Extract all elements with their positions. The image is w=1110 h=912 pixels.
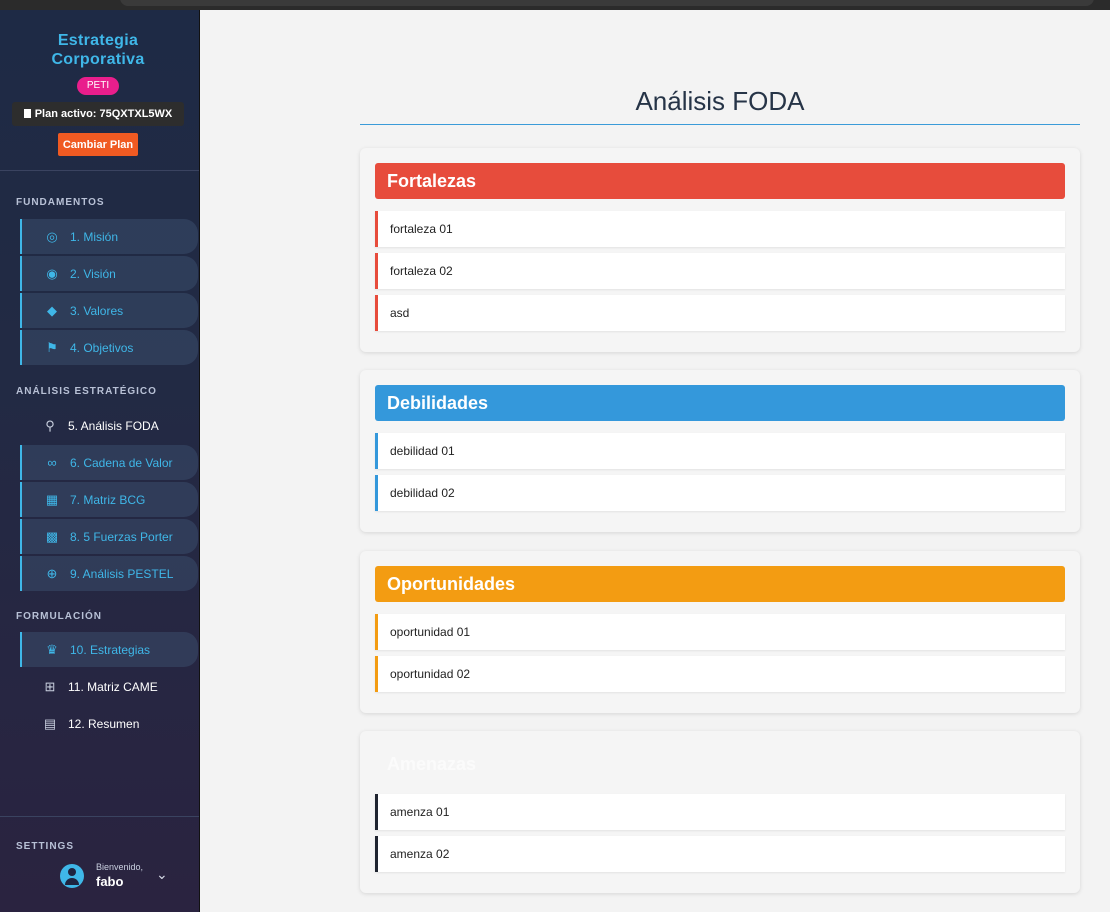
target-icon: ◎ bbox=[46, 228, 58, 244]
sidebar-item-label: 10. Estrategias bbox=[70, 642, 151, 657]
divider bbox=[0, 816, 199, 817]
browser-tab-strip bbox=[120, 0, 1094, 6]
list-item[interactable]: fortaleza 01 bbox=[375, 211, 1065, 247]
welcome-label: Bienvenido, bbox=[96, 862, 144, 872]
list-item[interactable]: debilidad 01 bbox=[375, 433, 1065, 469]
list-item[interactable]: amenza 02 bbox=[375, 836, 1065, 872]
sidebar-item-label: 2. Visión bbox=[70, 266, 116, 281]
sidebar-item-vision[interactable]: ◉ 2. Visión bbox=[20, 256, 198, 291]
fortalezas-card: Fortalezas fortaleza 01 fortaleza 02 asd bbox=[360, 148, 1080, 352]
section-settings: SETTINGS bbox=[16, 841, 75, 852]
peti-badge: PETI bbox=[77, 77, 119, 95]
list-item[interactable]: asd bbox=[375, 295, 1065, 331]
sidebar-item-foda[interactable]: ⚲ 5. Análisis FODA bbox=[20, 408, 198, 443]
avatar bbox=[60, 864, 84, 888]
link-icon: ∞ bbox=[47, 455, 57, 470]
search-icon: ⚲ bbox=[45, 417, 55, 433]
chess-queen-icon: ♛ bbox=[46, 641, 58, 657]
list-item[interactable]: amenza 01 bbox=[375, 794, 1065, 830]
divider bbox=[0, 170, 199, 171]
active-plan-label: Plan activo: 75QXTXL5WX bbox=[12, 102, 184, 126]
list-item[interactable]: debilidad 02 bbox=[375, 475, 1065, 511]
list-item[interactable]: fortaleza 02 bbox=[375, 253, 1065, 289]
sidebar-item-label: 12. Resumen bbox=[68, 716, 140, 731]
table-icon: ⊞ bbox=[44, 678, 56, 694]
chess-board-icon: ▩ bbox=[45, 528, 59, 544]
active-plan-text: Plan activo: 75QXTXL5WX bbox=[34, 108, 173, 120]
sidebar-item-came[interactable]: ⊞ 11. Matriz CAME bbox=[20, 669, 198, 704]
brand-title: Estrategia Corporativa bbox=[0, 31, 196, 69]
sidebar-item-label: 7. Matriz BCG bbox=[70, 492, 146, 507]
sidebar-item-cadena-valor[interactable]: ∞ 6. Cadena de Valor bbox=[20, 445, 198, 480]
section-fundamentos: FUNDAMENTOS bbox=[16, 197, 105, 208]
sidebar-item-label: 1. Misión bbox=[70, 229, 119, 244]
sidebar-item-label: 9. Análisis PESTEL bbox=[70, 566, 174, 581]
sidebar: Estrategia Corporativa PETI Plan activo:… bbox=[0, 10, 200, 912]
sidebar-item-label: 6. Cadena de Valor bbox=[70, 455, 173, 470]
sidebar-item-label: 4. Objetivos bbox=[70, 340, 134, 355]
document-icon bbox=[23, 109, 31, 118]
user-name: fabo bbox=[96, 874, 124, 889]
amenazas-header: Amenazas bbox=[387, 754, 477, 774]
sidebar-item-bcg[interactable]: ▦ 7. Matriz BCG bbox=[20, 482, 198, 517]
sidebar-item-resumen[interactable]: ▤ 12. Resumen bbox=[20, 706, 198, 741]
browser-top-bar bbox=[0, 0, 1110, 10]
change-plan-button[interactable]: Cambiar Plan bbox=[58, 133, 138, 156]
section-formulacion: FORMULACIÓN bbox=[16, 611, 102, 622]
oportunidades-header: Oportunidades bbox=[375, 566, 1065, 602]
amenazas-card: Amenazas amenza 01 amenza 02 bbox=[360, 731, 1080, 893]
sidebar-item-label: 3. Valores bbox=[70, 303, 124, 318]
flag-checkered-icon: ⚑ bbox=[46, 339, 58, 355]
title-underline bbox=[360, 124, 1080, 125]
list-item[interactable]: oportunidad 01 bbox=[375, 614, 1065, 650]
gem-icon: ◆ bbox=[47, 302, 57, 318]
sidebar-item-label: 5. Análisis FODA bbox=[68, 418, 159, 433]
oportunidades-card: Oportunidades oportunidad 01 oportunidad… bbox=[360, 551, 1080, 713]
chevron-down-icon[interactable]: ⌄ bbox=[156, 866, 168, 883]
sidebar-item-estrategias[interactable]: ♛ 10. Estrategias bbox=[20, 632, 198, 667]
section-analisis: ANÁLISIS ESTRATÉGICO bbox=[16, 386, 157, 397]
page-title: Análisis FODA bbox=[635, 86, 805, 116]
file-icon: ▤ bbox=[43, 715, 57, 731]
grid-icon: ▦ bbox=[45, 491, 59, 507]
sidebar-item-porter[interactable]: ▩ 8. 5 Fuerzas Porter bbox=[20, 519, 198, 554]
brand-line-1: Estrategia bbox=[57, 32, 139, 49]
sidebar-item-pestel[interactable]: ⊕ 9. Análisis PESTEL bbox=[20, 556, 198, 591]
sidebar-item-label: 11. Matriz CAME bbox=[68, 679, 158, 694]
sidebar-item-label: 8. 5 Fuerzas Porter bbox=[70, 529, 173, 544]
globe-icon: ⊕ bbox=[46, 565, 58, 581]
fortalezas-header: Fortalezas bbox=[375, 163, 1065, 199]
eye-icon: ◉ bbox=[46, 265, 58, 281]
sidebar-item-valores[interactable]: ◆ 3. Valores bbox=[20, 293, 198, 328]
list-item[interactable]: oportunidad 02 bbox=[375, 656, 1065, 692]
sidebar-item-objetivos[interactable]: ⚑ 4. Objetivos bbox=[20, 330, 198, 365]
brand-line-2: Corporativa bbox=[51, 51, 145, 68]
debilidades-header: Debilidades bbox=[375, 385, 1065, 421]
sidebar-item-mision[interactable]: ◎ 1. Misión bbox=[20, 219, 198, 254]
debilidades-card: Debilidades debilidad 01 debilidad 02 bbox=[360, 370, 1080, 532]
